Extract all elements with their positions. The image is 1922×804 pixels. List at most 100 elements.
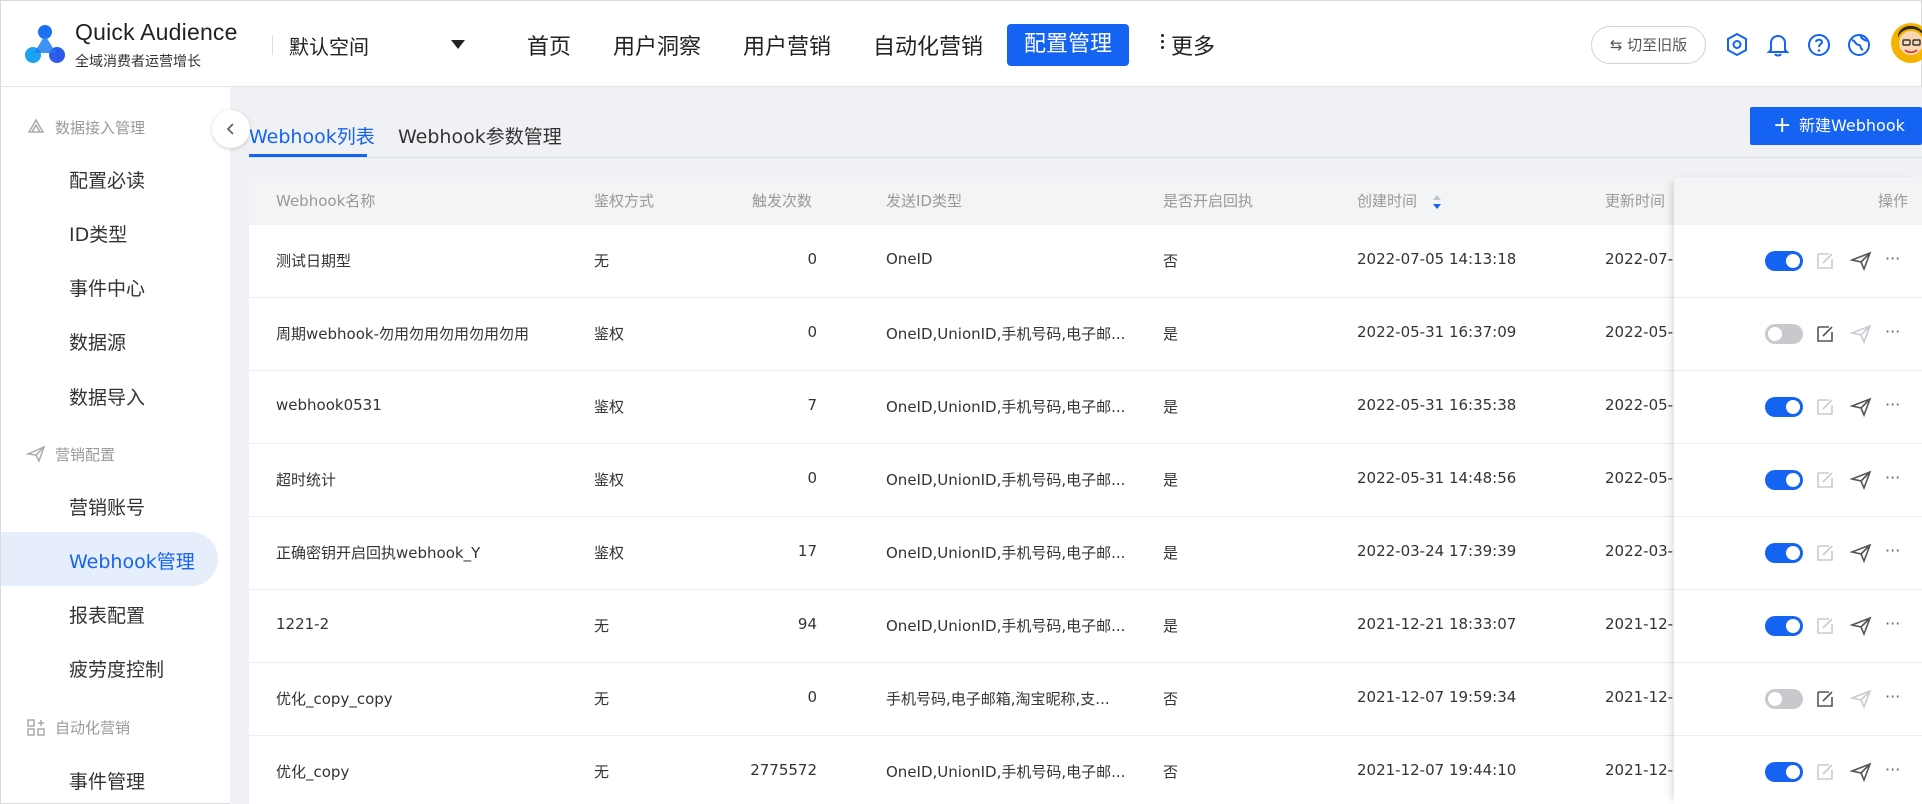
send-test-icon[interactable]	[1850, 324, 1872, 344]
sidebar-item-data-source[interactable]: 数据源	[69, 328, 126, 355]
cell-name: 优化_copy	[276, 763, 350, 781]
cell-updated-time: 2022-03-	[1605, 542, 1674, 560]
cell-trigger-count: 2775572	[750, 761, 817, 779]
collapse-sidebar-button[interactable]	[212, 110, 250, 148]
more-icon[interactable]: ···	[1885, 541, 1900, 560]
sort-descending-icon[interactable]	[1431, 192, 1443, 212]
enable-toggle[interactable]	[1765, 324, 1803, 344]
cell-updated-time: 2022-07-	[1605, 250, 1674, 268]
cell-name: 超时统计	[276, 471, 337, 489]
table-row: 超时统计 鉴权 0 OneID,UnionID,手机号码,电子邮... 是 2022-05…	[249, 444, 1922, 517]
send-icon	[26, 445, 46, 463]
send-test-icon[interactable]	[1850, 470, 1872, 490]
cell-trigger-count: 0	[807, 250, 817, 268]
cell-receipt: 是	[1163, 544, 1179, 562]
nav-user-insight[interactable]: 用户洞察	[613, 29, 701, 61]
send-test-icon[interactable]	[1850, 251, 1872, 271]
cell-auth: 鉴权	[594, 471, 625, 489]
edit-icon[interactable]	[1815, 543, 1835, 563]
send-test-icon[interactable]	[1850, 689, 1872, 709]
sidebar-item-data-import[interactable]: 数据导入	[69, 383, 145, 410]
edit-icon[interactable]	[1815, 251, 1835, 271]
cell-receipt: 是	[1163, 471, 1179, 489]
cell-created-time: 2022-05-31 14:48:56	[1357, 469, 1517, 487]
help-icon[interactable]	[1806, 32, 1832, 58]
more-icon[interactable]: ···	[1885, 395, 1900, 414]
nav-more[interactable]: 更多	[1171, 29, 1215, 61]
sidebar-item-report-config[interactable]: 报表配置	[69, 601, 145, 628]
enable-toggle[interactable]	[1765, 762, 1803, 782]
sidebar: 数据接入管理 配置必读 ID类型 事件中心 数据源 数据导入 营销配置 营销账号…	[0, 87, 230, 804]
send-test-icon[interactable]	[1850, 397, 1872, 417]
table-header: Webhook名称 鉴权方式 触发次数 发送ID类型 是否开启回执 创建时间 更…	[249, 177, 1922, 225]
edit-icon[interactable]	[1815, 689, 1835, 709]
new-webhook-label: 新建Webhook	[1799, 116, 1905, 135]
cell-created-time: 2022-07-05 14:13:18	[1357, 250, 1517, 268]
enable-toggle[interactable]	[1765, 543, 1803, 563]
bell-icon[interactable]	[1765, 32, 1791, 58]
new-webhook-button[interactable]: + 新建Webhook	[1750, 107, 1922, 145]
workspace-selector[interactable]: 默认空间	[289, 31, 369, 60]
sidebar-item-config-readme[interactable]: 配置必读	[69, 166, 145, 193]
cell-name: 1221-2	[276, 615, 330, 633]
cell-created-time: 2021-12-21 18:33:07	[1357, 615, 1517, 633]
cell-auth: 鉴权	[594, 325, 625, 343]
settings-icon[interactable]	[1724, 32, 1750, 58]
top-navigation-bar: Quick Audience 全域消费者运营增长 默认空间 首页 用户洞察 用户…	[0, 0, 1922, 87]
cell-receipt: 是	[1163, 398, 1179, 416]
sidebar-item-fatigue-control[interactable]: 疲劳度控制	[69, 655, 164, 682]
enable-toggle[interactable]	[1765, 251, 1803, 271]
nav-user-marketing[interactable]: 用户营销	[743, 29, 831, 61]
more-icon[interactable]: ···	[1885, 614, 1900, 633]
sidebar-item-event-center[interactable]: 事件中心	[69, 274, 145, 301]
column-header-created-time[interactable]: 创建时间	[1357, 190, 1417, 211]
table-row-actions: ···	[1674, 225, 1922, 298]
send-test-icon[interactable]	[1850, 616, 1872, 636]
cell-id-types: OneID,UnionID,手机号码,电子邮...	[886, 325, 1126, 343]
edit-icon[interactable]	[1815, 470, 1835, 490]
cell-id-types: OneID,UnionID,手机号码,电子邮...	[886, 398, 1126, 416]
switch-old-version-button[interactable]: ⇆ 切至旧版	[1591, 26, 1706, 64]
table-row: 优化_copy_copy 无 0 手机号码,电子邮箱,淘宝昵称,支... 否 2021-1…	[249, 663, 1922, 736]
cell-updated-time: 2021-12-	[1605, 615, 1674, 633]
cell-id-types: OneID,UnionID,手机号码,电子邮...	[886, 471, 1126, 489]
enable-toggle[interactable]	[1765, 470, 1803, 490]
cell-created-time: 2021-12-07 19:59:34	[1357, 688, 1517, 706]
cell-updated-time: 2021-12-	[1605, 688, 1674, 706]
sidebar-item-id-type[interactable]: ID类型	[69, 220, 127, 247]
column-header-auth: 鉴权方式	[594, 192, 655, 210]
more-icon[interactable]: ···	[1885, 687, 1900, 706]
avatar[interactable]	[1889, 21, 1922, 67]
data-access-icon	[27, 118, 45, 133]
nav-home[interactable]: 首页	[527, 29, 571, 61]
caret-down-icon[interactable]	[451, 40, 465, 49]
edit-icon[interactable]	[1815, 324, 1835, 344]
cell-created-time: 2022-05-31 16:35:38	[1357, 396, 1517, 414]
edit-icon[interactable]	[1815, 762, 1835, 782]
enable-toggle[interactable]	[1765, 689, 1803, 709]
more-dots-icon[interactable]	[1161, 34, 1165, 52]
globe-icon[interactable]	[1846, 32, 1872, 58]
cell-trigger-count: 17	[797, 542, 817, 560]
nav-automation-marketing[interactable]: 自动化营销	[873, 29, 983, 61]
send-test-icon[interactable]	[1850, 543, 1872, 563]
enable-toggle[interactable]	[1765, 397, 1803, 417]
column-header-id-type: 发送ID类型	[886, 192, 962, 210]
sidebar-item-webhook-management[interactable]: Webhook管理	[69, 547, 195, 574]
cell-receipt: 否	[1163, 252, 1179, 270]
tab-webhook-list[interactable]: Webhook列表	[249, 122, 375, 149]
more-icon[interactable]: ···	[1885, 468, 1900, 487]
edit-icon[interactable]	[1815, 616, 1835, 636]
send-test-icon[interactable]	[1850, 762, 1872, 782]
table-row-actions: ···	[1674, 444, 1922, 517]
quick-audience-logo[interactable]	[25, 23, 65, 65]
edit-icon[interactable]	[1815, 397, 1835, 417]
more-icon[interactable]: ···	[1885, 249, 1900, 268]
more-icon[interactable]: ···	[1885, 760, 1900, 779]
tab-webhook-params[interactable]: Webhook参数管理	[398, 122, 562, 149]
more-icon[interactable]: ···	[1885, 322, 1900, 341]
nav-config-management[interactable]: 配置管理	[1007, 24, 1130, 66]
sidebar-item-marketing-account[interactable]: 营销账号	[69, 493, 145, 520]
enable-toggle[interactable]	[1765, 616, 1803, 636]
sidebar-item-event-management[interactable]: 事件管理	[69, 767, 145, 794]
